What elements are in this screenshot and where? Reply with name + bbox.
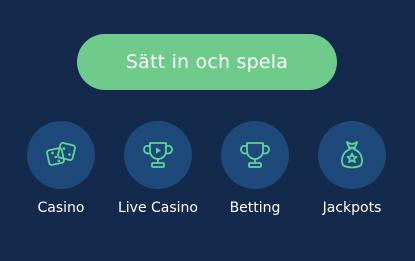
category-label: Betting xyxy=(229,200,281,216)
category-casino-circle[interactable] xyxy=(27,121,95,189)
category-jackpots-circle[interactable] xyxy=(318,121,386,189)
category-casino[interactable]: Casino xyxy=(13,121,109,216)
deposit-and-play-button[interactable]: Sätt in och spela xyxy=(77,34,337,90)
category-label: Casino xyxy=(37,200,85,216)
trophy-icon xyxy=(240,142,270,168)
category-jackpots[interactable]: Jackpots xyxy=(304,121,400,216)
trophy-play-icon xyxy=(143,142,173,168)
category-betting-circle[interactable] xyxy=(221,121,289,189)
category-label: Jackpots xyxy=(322,200,382,216)
category-live-casino[interactable]: Live Casino xyxy=(110,121,206,216)
category-live-casino-circle[interactable] xyxy=(124,121,192,189)
category-betting[interactable]: Betting xyxy=(207,121,303,216)
category-label: Live Casino xyxy=(117,200,198,216)
money-bag-star-icon xyxy=(341,141,363,169)
dice-icon xyxy=(46,142,76,166)
